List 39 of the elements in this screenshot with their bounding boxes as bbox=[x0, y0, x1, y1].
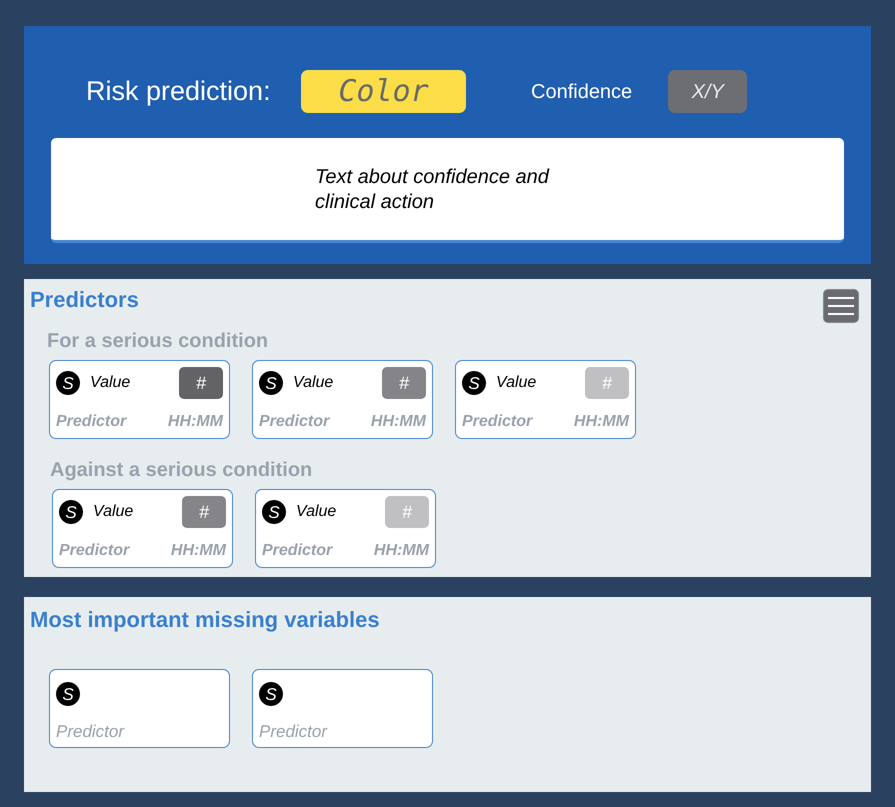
predictor-label: Predictor bbox=[259, 412, 330, 432]
value-label: Value bbox=[296, 502, 336, 522]
time-label: HH:MM bbox=[370, 412, 426, 432]
score-badge: # bbox=[385, 496, 429, 528]
predictors-title: Predictors bbox=[30, 286, 139, 314]
time-label: HH:MM bbox=[574, 412, 629, 432]
predictor-label: Predictor bbox=[56, 720, 126, 742]
predictor-label: Predictor bbox=[259, 720, 328, 742]
confidence-label: Confidence bbox=[531, 80, 632, 104]
s-icon: S bbox=[59, 500, 83, 524]
note-text: Text about confidence and clinical action bbox=[315, 165, 550, 215]
risk-title: Risk prediction: bbox=[86, 75, 272, 108]
value-label: Value bbox=[293, 373, 334, 393]
score-badge: # bbox=[382, 367, 426, 399]
menu-button[interactable] bbox=[823, 289, 859, 323]
time-label: HH:MM bbox=[168, 412, 223, 432]
value-label: Value bbox=[93, 502, 134, 522]
score-badge: # bbox=[179, 367, 223, 399]
predictor-label: Predictor bbox=[462, 412, 532, 432]
missing-title: Most important missing variables bbox=[30, 606, 381, 634]
group-title: For a serious condition bbox=[47, 329, 270, 354]
s-icon: S bbox=[462, 371, 486, 395]
score-badge: # bbox=[585, 367, 629, 399]
predictor-label: Predictor bbox=[56, 412, 126, 432]
confidence-badge: X/Y bbox=[668, 70, 748, 113]
value-label: Value bbox=[90, 373, 130, 393]
predictor-label: Predictor bbox=[262, 541, 332, 561]
s-icon: S bbox=[56, 371, 80, 395]
prediction-badge: Color bbox=[301, 70, 466, 113]
value-label: Value bbox=[496, 373, 536, 393]
group-title: Against a serious condition bbox=[50, 458, 314, 483]
score-badge: # bbox=[182, 496, 226, 528]
s-icon: S bbox=[56, 682, 80, 706]
s-icon: S bbox=[262, 500, 286, 524]
time-label: HH:MM bbox=[374, 541, 429, 561]
s-icon: S bbox=[259, 682, 283, 706]
s-icon: S bbox=[259, 371, 283, 395]
predictor-label: Predictor bbox=[59, 541, 130, 561]
time-label: HH:MM bbox=[170, 541, 226, 561]
